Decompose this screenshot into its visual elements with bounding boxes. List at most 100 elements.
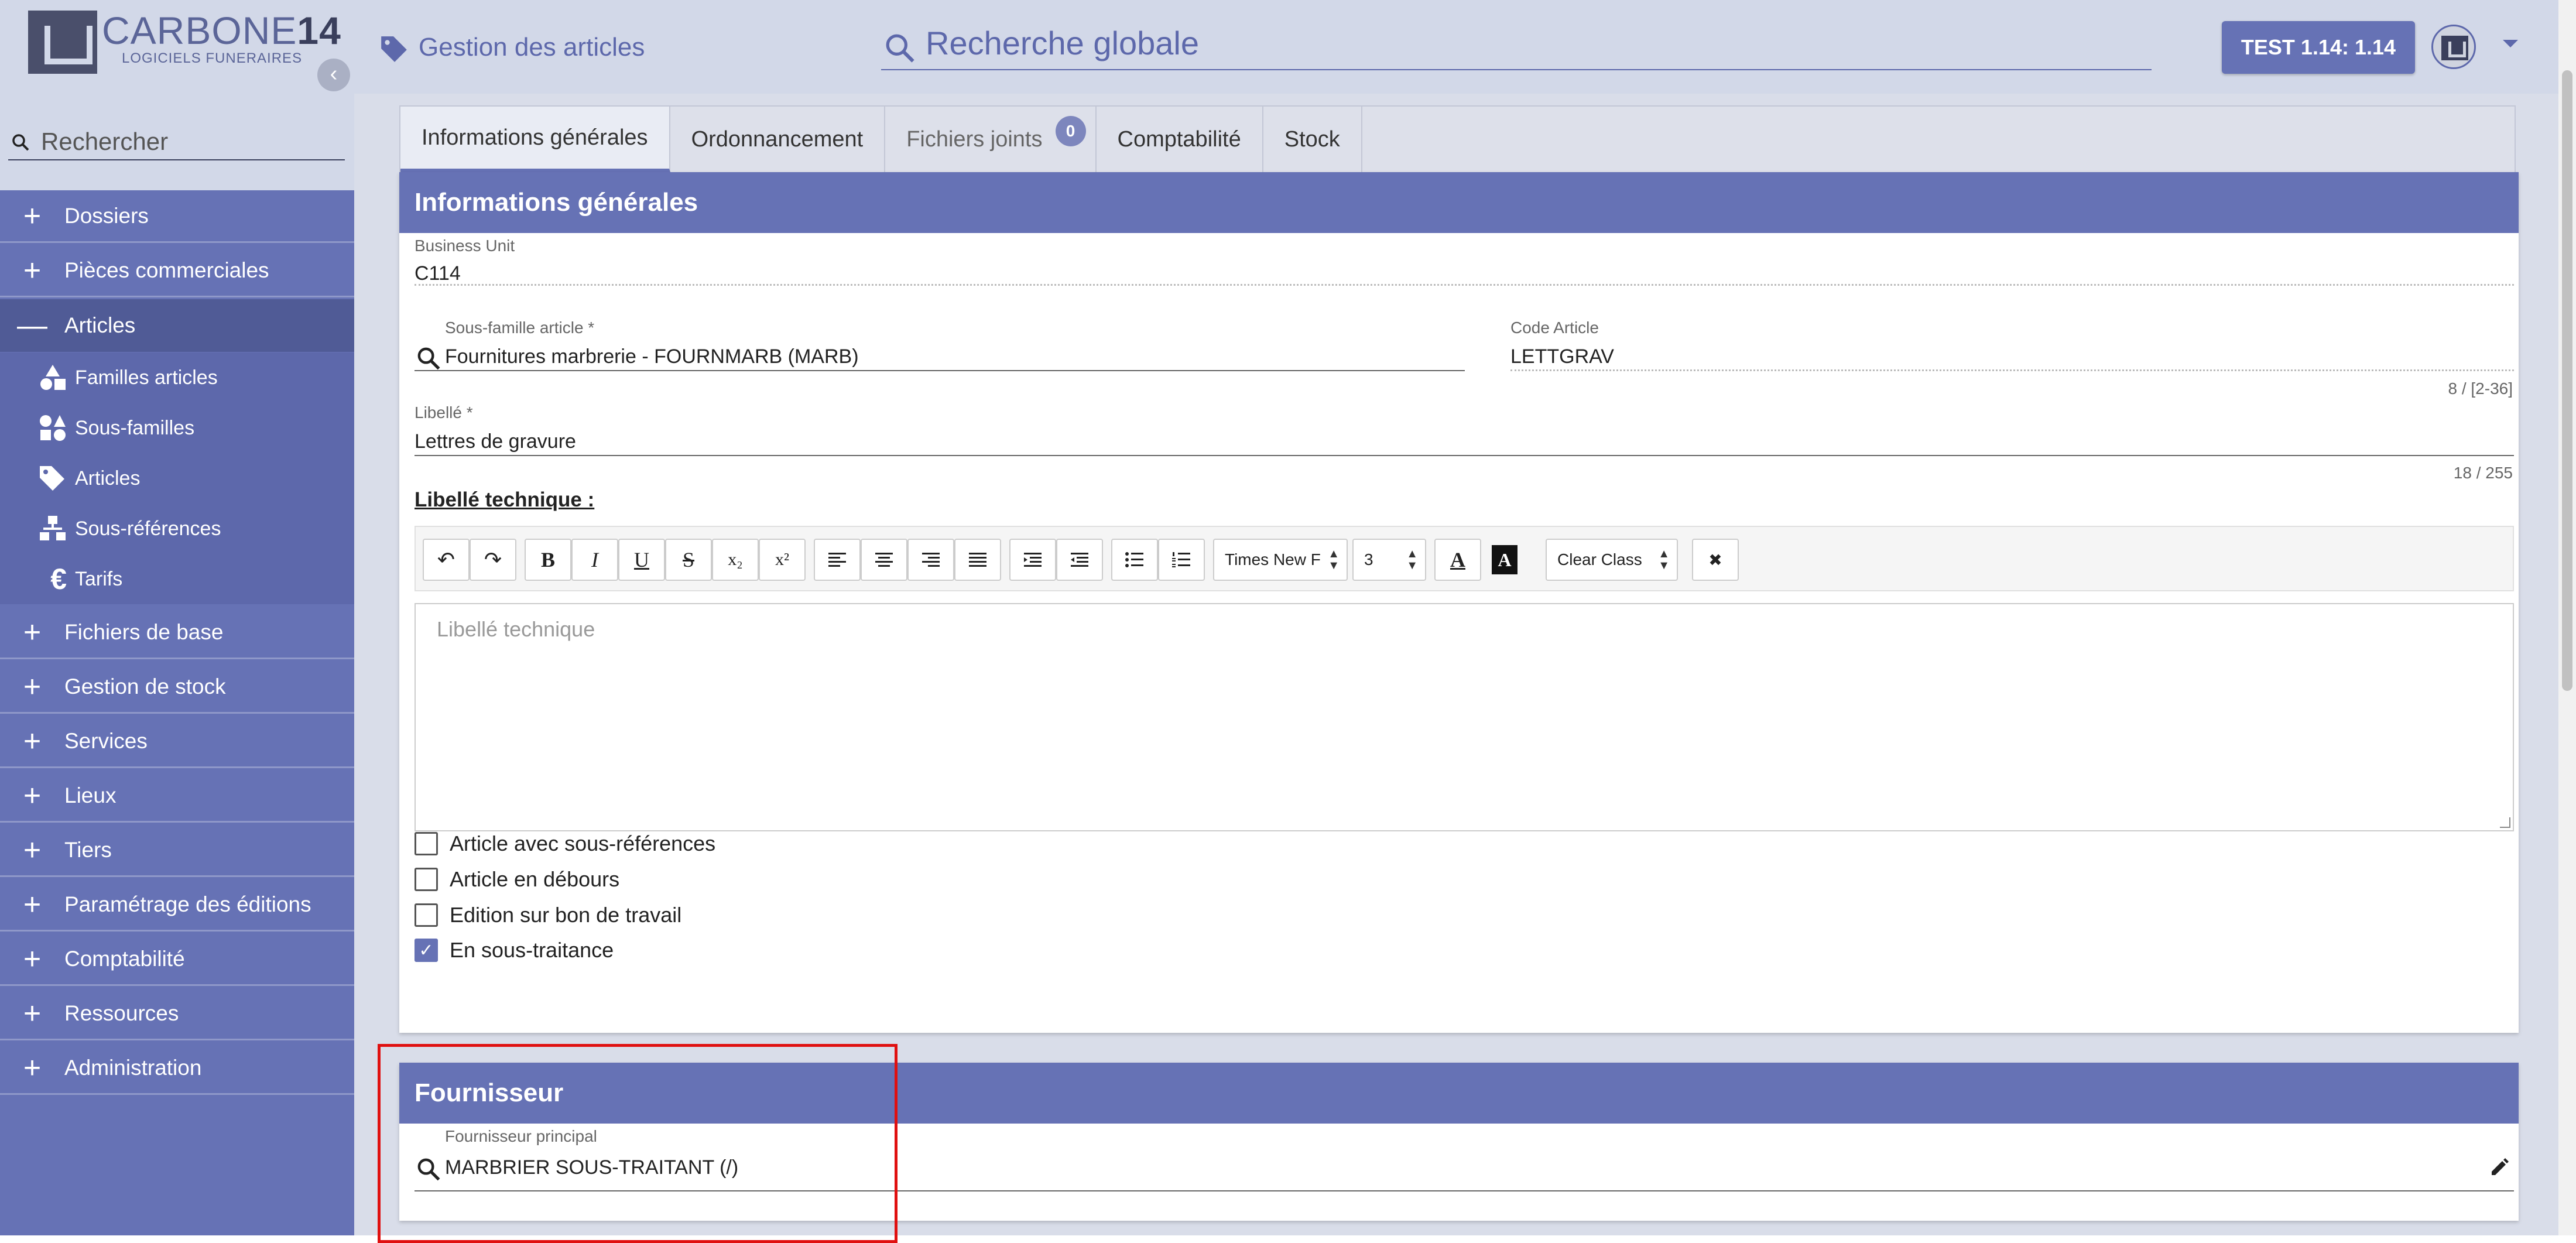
- checkbox-checked[interactable]: ✓: [415, 939, 438, 962]
- global-search-input[interactable]: [926, 23, 2132, 62]
- sidebar-item-gestion-de-stock[interactable]: + Gestion de stock: [0, 661, 354, 714]
- editor-toolbar: ↶ ↷ B I U S x₂ x² Times New F ▲ ▼ 3 ▲ ▼ A A …: [415, 526, 2514, 591]
- checkbox-label: Edition sur bon de travail: [450, 903, 682, 927]
- sidebar-item-pieces-commerciales[interactable]: + Pièces commerciales: [0, 245, 354, 297]
- sidebar-item-dossiers[interactable]: + Dossiers: [0, 190, 354, 243]
- technical-label-heading: Libellé technique :: [415, 488, 595, 511]
- subfamily-field[interactable]: Sous-famille article * Fournitures marbr…: [415, 319, 1465, 371]
- search-icon[interactable]: [416, 345, 441, 371]
- search-icon: [886, 34, 914, 63]
- bullet-list-icon[interactable]: [1111, 539, 1158, 581]
- align-right-icon[interactable]: [907, 539, 954, 581]
- field-label: Sous-famille article *: [445, 319, 595, 337]
- scrollbar[interactable]: [2558, 0, 2576, 1235]
- checkbox-label: En sous-traitance: [450, 938, 614, 962]
- font-family-select[interactable]: Times New F ▲ ▼: [1213, 539, 1348, 581]
- bold-button[interactable]: B: [525, 539, 571, 581]
- font-color-button[interactable]: A: [1434, 539, 1481, 581]
- checkbox[interactable]: [415, 868, 438, 891]
- plus-icon: +: [23, 615, 42, 649]
- superscript-button[interactable]: x²: [759, 539, 806, 581]
- chevron-down-icon[interactable]: [2503, 40, 2518, 47]
- select-value: Clear Class: [1557, 550, 1642, 569]
- undo-button[interactable]: ↶: [423, 539, 470, 581]
- sidebar-item-comptabilite[interactable]: + Comptabilité: [0, 933, 354, 986]
- sidebar-subitem-tarifs[interactable]: € Tarifs: [0, 554, 354, 604]
- align-center-icon[interactable]: [861, 539, 907, 581]
- technical-label-editor[interactable]: Libellé technique: [415, 603, 2514, 831]
- italic-button[interactable]: I: [571, 539, 618, 581]
- code-article-field[interactable]: Code Article LETTGRAV: [1510, 319, 2514, 371]
- minus-icon: —: [17, 309, 47, 343]
- select-value: Times New F: [1225, 550, 1321, 569]
- sidebar-item-lieux[interactable]: + Lieux: [0, 770, 354, 823]
- field-label: Business Unit: [415, 237, 515, 255]
- sidebar-subitem-sous-references[interactable]: Sous-références: [0, 504, 354, 554]
- tab-stock[interactable]: Stock: [1263, 107, 1362, 172]
- subscript-button[interactable]: x₂: [712, 539, 759, 581]
- tab-ordonnancement[interactable]: Ordonnancement: [670, 107, 886, 172]
- checkbox-label: Article avec sous-références: [450, 831, 716, 855]
- remove-format-button[interactable]: ✖: [1692, 539, 1739, 581]
- tab-informations-generales[interactable]: Informations générales: [400, 107, 670, 172]
- field-label: Libellé *: [415, 403, 473, 422]
- checkbox[interactable]: [415, 903, 438, 927]
- checkbox-edition-bon-travail[interactable]: Edition sur bon de travail: [415, 900, 681, 930]
- business-unit-field[interactable]: Business Unit C114: [415, 237, 2514, 286]
- field-label: Code Article: [1510, 319, 1599, 337]
- font-size-select[interactable]: 3 ▲ ▼: [1352, 539, 1426, 581]
- align-justify-icon[interactable]: [954, 539, 1001, 581]
- checkbox-sous-traitance[interactable]: ✓ En sous-traitance: [415, 936, 614, 965]
- align-left-icon[interactable]: [814, 539, 861, 581]
- logo-text: CARBONE14: [102, 9, 341, 52]
- tab-fichiers-joints[interactable]: Fichiers joints 0: [885, 107, 1097, 172]
- tab-comptabilite[interactable]: Comptabilité: [1097, 107, 1263, 172]
- checkbox[interactable]: [415, 832, 438, 855]
- sidebar-item-ressources[interactable]: + Ressources: [0, 988, 354, 1040]
- plus-icon: +: [23, 253, 42, 287]
- code-char-counter: 8 / [2-36]: [2448, 379, 2513, 398]
- field-value: Lettres de gravure: [415, 430, 576, 453]
- sidebar-item-tiers[interactable]: + Tiers: [0, 824, 354, 877]
- sidebar-item-fichiers-de-base[interactable]: + Fichiers de base: [0, 607, 354, 659]
- sidebar-item-articles[interactable]: — Articles: [0, 299, 354, 352]
- checkbox-article-debours[interactable]: Article en débours: [415, 865, 619, 894]
- plus-icon: +: [23, 778, 42, 813]
- edit-pencil-icon[interactable]: [2489, 1158, 2509, 1177]
- libelle-field[interactable]: Libellé * Lettres de gravure: [415, 403, 2514, 456]
- sidebar-item-services[interactable]: + Services: [0, 715, 354, 768]
- scrollbar-thumb[interactable]: [2562, 70, 2572, 691]
- class-select[interactable]: Clear Class ▲ ▼: [1546, 539, 1678, 581]
- sidebar-subitem-familles-articles[interactable]: Familles articles: [0, 352, 354, 403]
- libelle-char-counter: 18 / 255: [2453, 464, 2513, 482]
- updown-icon: ▲ ▼: [1406, 547, 1418, 572]
- sidebar-subitem-articles[interactable]: Articles: [0, 453, 354, 504]
- plus-icon: +: [23, 669, 42, 704]
- collapse-sidebar-button[interactable]: ‹: [317, 59, 350, 91]
- outdent-icon[interactable]: [1009, 539, 1056, 581]
- updown-icon: ▲ ▼: [1658, 547, 1670, 572]
- tab-label: Fichiers joints: [906, 126, 1043, 152]
- checkbox-article-sous-references[interactable]: Article avec sous-références: [415, 829, 715, 858]
- sidebar-item-parametrage-des-editions[interactable]: + Paramétrage des éditions: [0, 879, 354, 932]
- search-icon: [12, 134, 29, 151]
- redo-button[interactable]: ↷: [470, 539, 516, 581]
- tag-icon: [381, 36, 407, 62]
- sidebar-search-input[interactable]: [41, 128, 334, 156]
- tab-bar: Informations générales Ordonnancement Fi…: [399, 105, 2516, 172]
- indent-icon[interactable]: [1056, 539, 1103, 581]
- checkbox-label: Article en débours: [450, 867, 620, 891]
- avatar[interactable]: [2431, 25, 2476, 69]
- resize-handle-icon[interactable]: [2500, 817, 2510, 828]
- hierarchy-icon: [0, 515, 75, 543]
- numbered-list-icon[interactable]: [1158, 539, 1205, 581]
- tab-label: Comptabilité: [1117, 126, 1241, 152]
- sidebar-subitem-sous-familles[interactable]: Sous-familles: [0, 403, 354, 453]
- environment-button[interactable]: TEST 1.14: 1.14: [2222, 21, 2415, 74]
- background-color-button[interactable]: A: [1481, 539, 1528, 581]
- underline-button[interactable]: U: [618, 539, 665, 581]
- highlight-box: [378, 1044, 898, 1243]
- background-color-icon: A: [1492, 545, 1517, 574]
- sidebar-item-administration[interactable]: + Administration: [0, 1042, 354, 1095]
- strikethrough-button[interactable]: S: [665, 539, 712, 581]
